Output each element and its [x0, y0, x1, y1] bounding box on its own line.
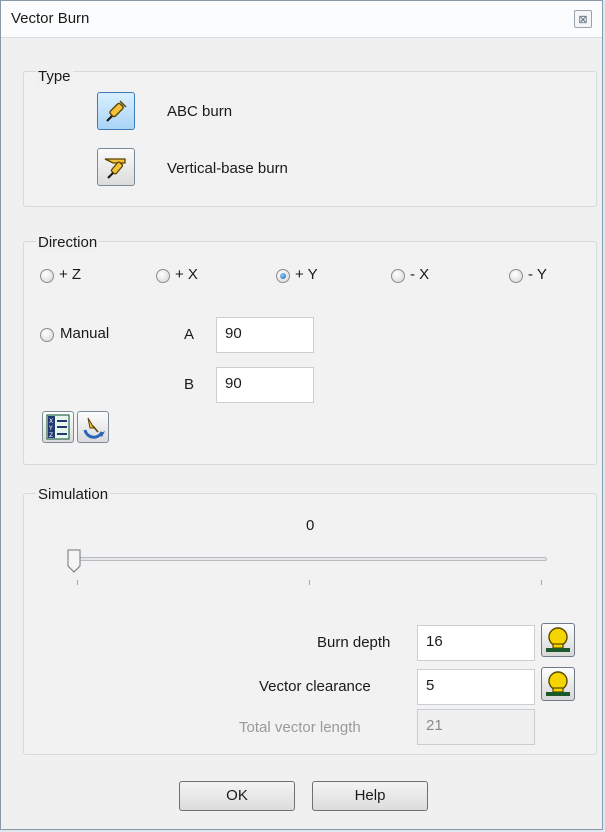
radio-minus-x-label[interactable]: - X	[410, 266, 429, 283]
vector-burn-dialog: Vector Burn ⊠ Type ABC burn Vertical-bas…	[0, 0, 603, 830]
svg-text:X: X	[49, 418, 53, 425]
close-button[interactable]: ⊠	[574, 10, 592, 28]
svg-text:Y: Y	[48, 425, 53, 432]
title-bar[interactable]: Vector Burn ⊠	[1, 1, 602, 38]
help-button[interactable]: Help	[312, 781, 428, 811]
slider-tick	[309, 580, 310, 585]
radio-minus-x[interactable]	[391, 269, 405, 283]
radio-plus-x-label[interactable]: + X	[175, 266, 198, 283]
vector-clearance-visualize-button[interactable]	[541, 667, 575, 701]
vertical-base-burn-label: Vertical-base burn	[167, 160, 288, 177]
burn-depth-label: Burn depth	[317, 634, 391, 651]
radio-manual-label[interactable]: Manual	[60, 325, 109, 342]
a-angle-input[interactable]: 90	[216, 317, 314, 353]
direction-group-label: Direction	[36, 234, 100, 251]
total-vector-length-label: Total vector length	[239, 719, 361, 736]
burn-depth-visualize-button[interactable]	[541, 623, 575, 657]
radio-minus-y-label[interactable]: - Y	[528, 266, 547, 283]
simulation-slider-track[interactable]	[71, 557, 547, 561]
slider-tick	[77, 580, 78, 585]
radio-plus-y-label[interactable]: + Y	[295, 266, 318, 283]
abc-burn-label: ABC burn	[167, 103, 233, 120]
svg-text:Z: Z	[49, 432, 53, 439]
slider-tick	[541, 580, 542, 585]
type-group-label: Type	[36, 68, 73, 85]
vector-clearance-input[interactable]: 5	[417, 669, 535, 705]
xyz-list-button[interactable]: X Y Z	[42, 411, 74, 443]
lightbulb-icon	[542, 671, 574, 704]
burn-depth-input[interactable]: 16	[417, 625, 535, 661]
direction-pick-icon	[78, 417, 108, 446]
simulation-slider-thumb[interactable]	[67, 549, 81, 577]
vertical-base-burn-button[interactable]	[97, 148, 135, 186]
radio-minus-y[interactable]	[509, 269, 523, 283]
ok-button[interactable]: OK	[179, 781, 295, 811]
radio-plus-y[interactable]	[276, 269, 290, 283]
vertical-base-burn-icon	[98, 158, 134, 189]
radio-plus-x[interactable]	[156, 269, 170, 283]
b-angle-input[interactable]: 90	[216, 367, 314, 403]
dialog-title: Vector Burn	[11, 10, 90, 27]
abc-burn-button[interactable]	[97, 92, 135, 130]
b-angle-label: B	[184, 376, 195, 393]
slider-value-label: 0	[306, 517, 315, 534]
a-angle-label: A	[184, 326, 195, 343]
abc-burn-icon	[98, 100, 134, 133]
vector-clearance-label: Vector clearance	[259, 678, 371, 695]
xyz-list-icon: X Y Z	[43, 414, 73, 446]
radio-plus-z[interactable]	[40, 269, 54, 283]
direction-pick-button[interactable]	[77, 411, 109, 443]
lightbulb-icon	[542, 627, 574, 660]
radio-manual[interactable]	[40, 328, 54, 342]
radio-plus-z-label[interactable]: + Z	[59, 266, 81, 283]
total-vector-length-input: 21	[417, 709, 535, 745]
simulation-group-label: Simulation	[36, 486, 111, 503]
